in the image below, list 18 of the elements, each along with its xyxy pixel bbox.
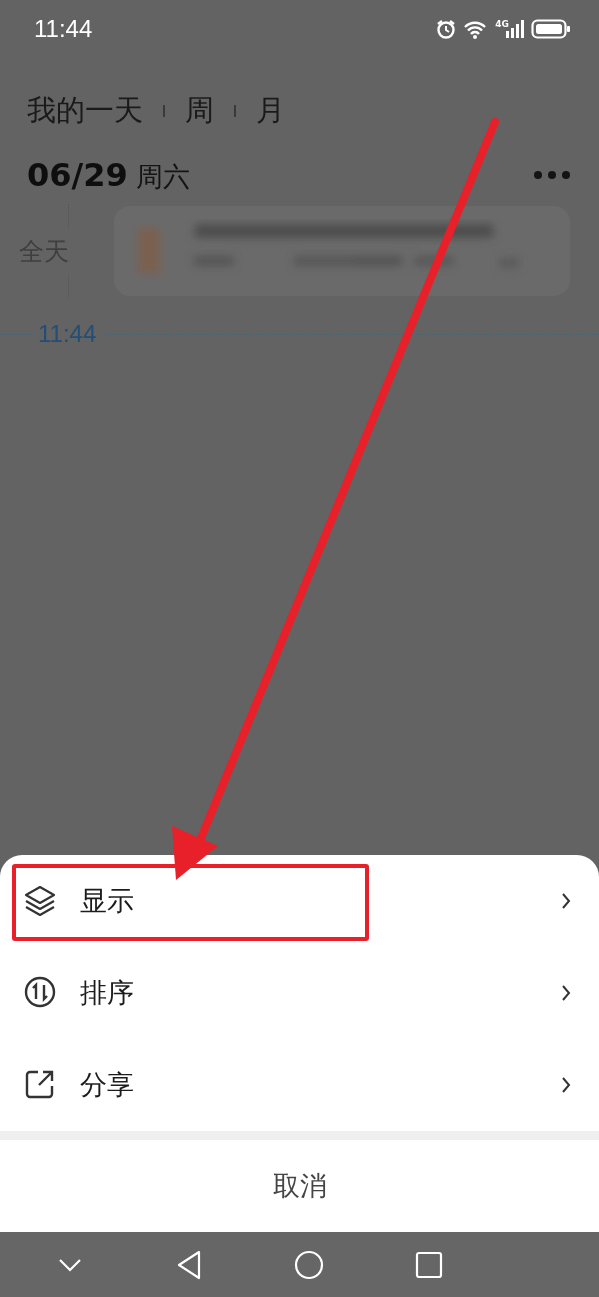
menu-item[interactable]: 分享	[0, 1039, 599, 1131]
recents-icon[interactable]	[415, 1250, 444, 1279]
network-label: 4G	[495, 19, 509, 29]
menu-item[interactable]: 显示	[0, 855, 599, 947]
chevron-right-icon	[561, 984, 571, 1002]
status-time: 11:44	[34, 15, 93, 43]
battery-icon	[531, 18, 571, 40]
sort-arrows-icon	[24, 976, 56, 1010]
menu-item[interactable]: 排序	[0, 947, 599, 1039]
chevron-right-icon	[561, 1076, 571, 1094]
more-icon[interactable]	[533, 170, 571, 180]
weekday-text: 周六	[135, 159, 190, 194]
current-time-label: 11:44	[37, 320, 98, 348]
home-icon[interactable]	[294, 1249, 325, 1280]
chevron-right-icon	[561, 892, 571, 910]
date-text: 06/29	[27, 155, 128, 194]
layers-icon	[24, 884, 56, 918]
alarm-icon	[435, 18, 458, 40]
